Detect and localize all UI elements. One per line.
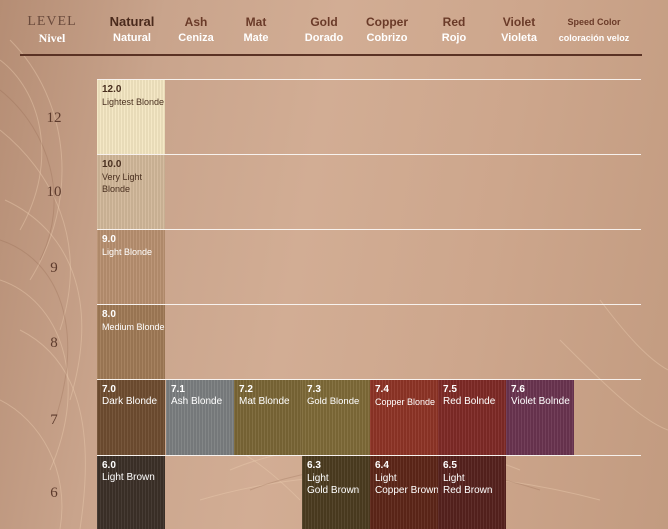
column-header-es: Ceniza: [178, 32, 214, 44]
swatch-6-5[interactable]: 6.5 Light Red Brown: [438, 456, 506, 529]
swatch-code: 9.0: [102, 234, 116, 245]
swatch-code: 10.0: [102, 159, 122, 170]
column-header-violet: Violet Violeta: [487, 14, 551, 46]
swatch-name: Gold Blonde: [307, 396, 360, 407]
column-header-en: Violet: [502, 15, 536, 29]
swatch-code: 8.0: [102, 309, 116, 320]
column-header-red: Red Rojo: [422, 14, 486, 46]
swatch-7-1[interactable]: 7.1 Ash Blonde: [166, 380, 234, 455]
swatch-code: 6.5: [443, 460, 457, 471]
swatch-7-4[interactable]: 7.4 Copper Blonde: [370, 380, 438, 455]
column-header-en: Mat: [245, 15, 267, 29]
swatch-name: Copper Blonde: [375, 397, 436, 407]
swatch-name: Medium Blonde: [102, 322, 165, 332]
swatch-10-0[interactable]: 10.0 Very Light Blonde: [97, 155, 165, 229]
swatch-code: 6.4: [375, 460, 389, 471]
swatch-name: Red Bolnde: [443, 396, 496, 407]
swatch-name: Lightest Blonde: [102, 97, 165, 107]
swatch-name: Ash Blonde: [171, 396, 223, 407]
swatch-7-6[interactable]: 7.6 Violet Bolnde: [506, 380, 574, 455]
swatch-name: Light Blonde: [102, 247, 153, 257]
swatch-name: Very Light Blonde: [102, 172, 143, 194]
column-header-en: Speed Color: [567, 17, 621, 27]
swatch-7-3[interactable]: 7.3 Gold Blonde: [302, 380, 370, 455]
swatch-9-0[interactable]: 9.0 Light Blonde: [97, 230, 165, 304]
swatch-code: 7.5: [443, 384, 457, 395]
swatch-6-3[interactable]: 6.3 Light Gold Brown: [302, 456, 370, 529]
column-header-en: Gold: [310, 15, 338, 29]
level-label: 6: [50, 485, 58, 501]
column-header-es: Mate: [243, 32, 269, 44]
column-header-es: Cobrizo: [366, 32, 408, 44]
swatch-name: Dark Blonde: [102, 396, 158, 407]
level-label: 10: [46, 184, 62, 200]
swatch-name: Mat Blonde: [239, 396, 290, 407]
row-divider: [97, 154, 641, 155]
column-header-en: Red: [442, 15, 466, 29]
swatch-name: Light Brown: [102, 472, 155, 483]
level-label: 12: [46, 110, 62, 126]
column-header-copper: Copper Cobrizo: [355, 14, 419, 46]
column-header-mat: Mat Mate: [224, 14, 288, 46]
swatch-12-0[interactable]: 12.0 Lightest Blonde: [97, 80, 165, 154]
column-header-ash: Ash Ceniza: [164, 14, 228, 46]
column-header-es: Violeta: [501, 32, 537, 44]
level-label: 8: [50, 335, 58, 351]
swatch-name: Light Copper Brown: [375, 473, 438, 496]
swatch-code: 7.2: [239, 384, 253, 395]
header-divider: [20, 54, 642, 56]
column-header-gold: Gold Dorado: [292, 14, 356, 46]
column-header-en: Copper: [366, 15, 408, 29]
row-divider: [97, 304, 641, 305]
row-divider: [97, 229, 641, 230]
level-header: LEVEL Nivel: [20, 14, 84, 46]
column-header-es: Dorado: [304, 32, 344, 44]
swatch-6-4[interactable]: 6.4 Light Copper Brown: [370, 456, 438, 529]
swatch-7-0[interactable]: 7.0 Dark Blonde: [97, 380, 165, 455]
swatch-name: Violet Bolnde: [511, 396, 570, 407]
swatch-code: 12.0: [102, 84, 122, 95]
column-header-natural: Natural Natural: [97, 14, 167, 46]
column-header-es: Rojo: [441, 32, 467, 44]
column-header-es: coloración veloz: [558, 33, 630, 43]
swatch-code: 6.3: [307, 460, 321, 471]
swatch-name: Light Red Brown: [443, 473, 493, 496]
swatch-code: 7.4: [375, 384, 389, 395]
swatch-code: 7.1: [171, 384, 185, 395]
swatch-code: 7.0: [102, 384, 116, 395]
swatch-code: 7.6: [511, 384, 525, 395]
swatch-name: Light Gold Brown: [307, 473, 360, 496]
level-label: 7: [50, 412, 58, 428]
swatch-8-0[interactable]: 8.0 Medium Blonde: [97, 305, 165, 379]
swatch-code: 6.0: [102, 460, 116, 471]
swatch-code: 7.3: [307, 384, 321, 395]
row-divider: [97, 79, 641, 80]
swatch-7-2[interactable]: 7.2 Mat Blonde: [234, 380, 302, 455]
swatch-6-0[interactable]: 6.0 Light Brown: [97, 456, 165, 529]
column-header-es: Natural: [113, 32, 151, 44]
level-header-en: LEVEL: [27, 14, 77, 29]
swatch-7-5[interactable]: 7.5 Red Bolnde: [438, 380, 506, 455]
column-header-speed-color: Speed Color coloración veloz: [548, 14, 640, 46]
level-header-es: Nivel: [38, 31, 66, 45]
column-header-en: Natural: [109, 14, 155, 29]
column-header-en: Ash: [184, 15, 208, 29]
level-label: 9: [50, 260, 58, 276]
chart-header: LEVEL Nivel Natural Natural Ash Ceniza M…: [0, 0, 668, 56]
